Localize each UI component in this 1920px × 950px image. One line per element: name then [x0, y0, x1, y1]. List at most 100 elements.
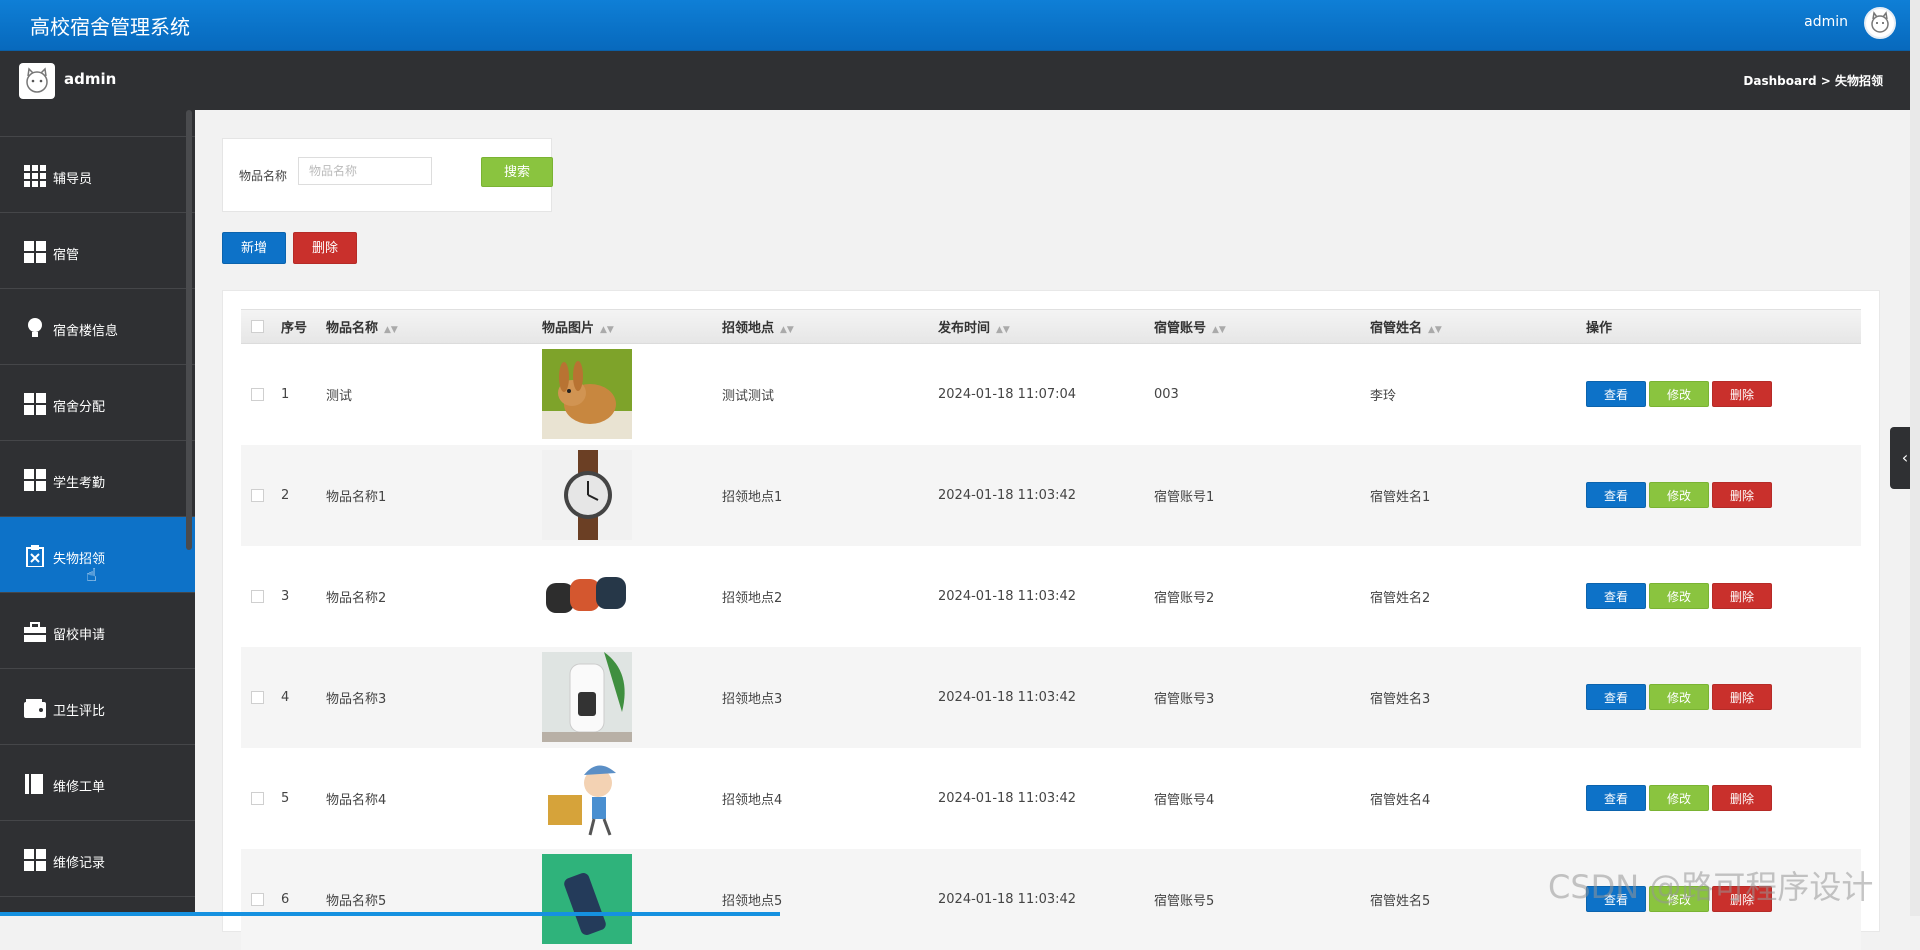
delete-button[interactable]: 删除: [1712, 785, 1772, 811]
sort-icon[interactable]: ▲▼: [780, 325, 794, 335]
sidebar-item-building-info[interactable]: 宿舍楼信息: [0, 289, 195, 365]
cell-name: 物品名称1: [326, 489, 387, 505]
page-scrollbar[interactable]: [1910, 0, 1920, 916]
search-button[interactable]: 搜索: [481, 157, 553, 187]
cell-account: 宿管账号4: [1154, 792, 1215, 808]
cell-name: 测试: [326, 388, 353, 404]
row-checkbox[interactable]: [251, 589, 264, 603]
cell-place: 招领地点3: [722, 691, 783, 707]
col-header-no: 序号: [281, 309, 326, 344]
sidebar-item-repair-record[interactable]: 维修记录: [0, 821, 195, 897]
delete-button[interactable]: 删除: [1712, 684, 1772, 710]
row-select-cell[interactable]: [241, 849, 281, 950]
cell-place: 测试测试: [722, 388, 775, 404]
row-checkbox[interactable]: [251, 892, 264, 906]
cell-image: [542, 344, 722, 445]
view-button[interactable]: 查看: [1586, 785, 1646, 811]
grid-icon: [24, 165, 46, 187]
cell-account: 宿管账号2: [1154, 590, 1215, 606]
col-header-place[interactable]: 招领地点 ▲▼: [722, 309, 938, 344]
cell-manager: 宿管姓名3: [1370, 691, 1431, 707]
sidebar: 辅导员 宿管 宿舍楼信息 宿舍分配 学生考勤 失物招领 留校申请 卫生评比 维修…: [0, 110, 195, 916]
row-checkbox[interactable]: [251, 690, 264, 704]
sort-icon[interactable]: ▲▼: [384, 325, 398, 335]
sidebar-item-label: 宿舍分配: [53, 400, 106, 415]
row-select-cell[interactable]: [241, 748, 281, 849]
green-device-image: [542, 854, 632, 944]
app-title: 高校宿舍管理系统: [30, 15, 190, 39]
edit-button[interactable]: 修改: [1649, 381, 1709, 408]
view-button[interactable]: 查看: [1586, 482, 1646, 508]
lost-found-table: 序号 物品名称 ▲▼ 物品图片 ▲▼ 招领地点 ▲▼ 发布时间 ▲▼ 宿管账号 ▲▼ 宿管…: [241, 309, 1861, 950]
edit-button[interactable]: 修改: [1649, 684, 1709, 710]
cell-account: 宿管账号1: [1154, 489, 1215, 505]
sidebar-item-label: 学生考勤: [53, 476, 106, 491]
sidebar-item-hygiene[interactable]: 卫生评比: [0, 669, 195, 745]
row-checkbox[interactable]: [251, 791, 264, 805]
sort-icon[interactable]: ▲▼: [996, 325, 1010, 335]
view-button[interactable]: 查看: [1586, 583, 1646, 609]
sidebar-scrollbar[interactable]: [186, 110, 192, 550]
row-select-cell[interactable]: [241, 546, 281, 647]
humidifier-image: [542, 652, 632, 742]
col-header-account[interactable]: 宿管账号 ▲▼: [1154, 309, 1370, 344]
table-row: 5 物品名称4 招领地点4 2024-01-18 11:03:42 宿管账号4 宿管姓名4…: [241, 748, 1861, 849]
sidebar-item-stay-application[interactable]: 留校申请: [0, 593, 195, 669]
sort-icon[interactable]: ▲▼: [1212, 325, 1226, 335]
sidebar-item-attendance[interactable]: 学生考勤: [0, 441, 195, 517]
col-header-name[interactable]: 物品名称 ▲▼: [326, 309, 542, 344]
cell-ops: 查看 修改 删除: [1586, 647, 1861, 748]
row-checkbox[interactable]: [251, 387, 264, 401]
col-header-image[interactable]: 物品图片 ▲▼: [542, 309, 722, 344]
cell-no: 6: [281, 891, 290, 907]
cell-account: 宿管账号5: [1154, 893, 1215, 909]
table-row: 1 测试 测试测试 2024-01-18 11:07:04 003 李玲 查看 修改 删除: [241, 344, 1861, 445]
sidebar-item-label: 辅导员: [53, 172, 93, 187]
col-header-manager[interactable]: 宿管姓名 ▲▼: [1370, 309, 1586, 344]
row-select-cell[interactable]: [241, 647, 281, 748]
view-button[interactable]: 查看: [1586, 684, 1646, 710]
cell-name: 物品名称3: [326, 691, 387, 707]
search-input[interactable]: [298, 157, 432, 185]
sidebar-item-label: 宿管: [53, 248, 80, 263]
sort-icon[interactable]: ▲▼: [1428, 325, 1442, 335]
select-all-checkbox[interactable]: [251, 320, 264, 333]
add-button[interactable]: 新增: [222, 232, 286, 264]
table-row: 2 物品名称1 招领地点1 2024-01-18 11:03:42 宿管账号1 宿管姓名1…: [241, 444, 1861, 546]
cell-place: 招领地点5: [722, 893, 783, 909]
sidebar-item-counselor[interactable]: 辅导员: [0, 137, 195, 213]
delete-button[interactable]: 删除: [1712, 583, 1772, 609]
table-header-row: 序号 物品名称 ▲▼ 物品图片 ▲▼ 招领地点 ▲▼ 发布时间 ▲▼ 宿管账号 ▲▼ 宿管…: [241, 309, 1861, 344]
sidebar-item-repair-order[interactable]: 维修工单: [0, 745, 195, 821]
view-button[interactable]: 查看: [1586, 381, 1646, 408]
edit-button[interactable]: 修改: [1649, 785, 1709, 811]
row-select-cell[interactable]: [241, 445, 281, 546]
cell-image: [542, 546, 722, 647]
row-checkbox[interactable]: [251, 488, 264, 502]
col-header-time[interactable]: 发布时间 ▲▼: [938, 309, 1154, 344]
avatar[interactable]: [1864, 7, 1896, 39]
sidebar-divider: [0, 110, 195, 137]
cell-manager: 宿管姓名1: [1370, 489, 1431, 505]
sidebar-item-lost-found[interactable]: 失物招领: [0, 517, 195, 593]
cell-time: 2024-01-18 11:03:42: [938, 689, 1077, 705]
cell-time: 2024-01-18 11:03:42: [938, 487, 1077, 503]
batch-delete-button[interactable]: 删除: [293, 232, 357, 264]
breadcrumb[interactable]: Dashboard > 失物招领: [1743, 72, 1883, 89]
cell-image: [542, 647, 722, 748]
edit-button[interactable]: 修改: [1649, 482, 1709, 508]
sort-icon[interactable]: ▲▼: [600, 325, 614, 335]
briefcase-icon: [24, 622, 46, 642]
sidebar-item-dorm-allocation[interactable]: 宿舍分配: [0, 365, 195, 441]
select-all-cell[interactable]: [241, 309, 281, 344]
delete-button[interactable]: 删除: [1712, 381, 1772, 408]
row-select-cell[interactable]: [241, 344, 281, 445]
sidebar-item-dorm-manager[interactable]: 宿管: [0, 213, 195, 289]
delete-button[interactable]: 删除: [1712, 482, 1772, 508]
header-username[interactable]: admin: [1804, 14, 1848, 30]
grid-icon: [24, 393, 46, 415]
sidebar-item-label: 维修工单: [53, 780, 106, 795]
edit-button[interactable]: 修改: [1649, 583, 1709, 609]
cell-no: 2: [281, 487, 290, 503]
cell-time: 2024-01-18 11:03:42: [938, 588, 1077, 604]
